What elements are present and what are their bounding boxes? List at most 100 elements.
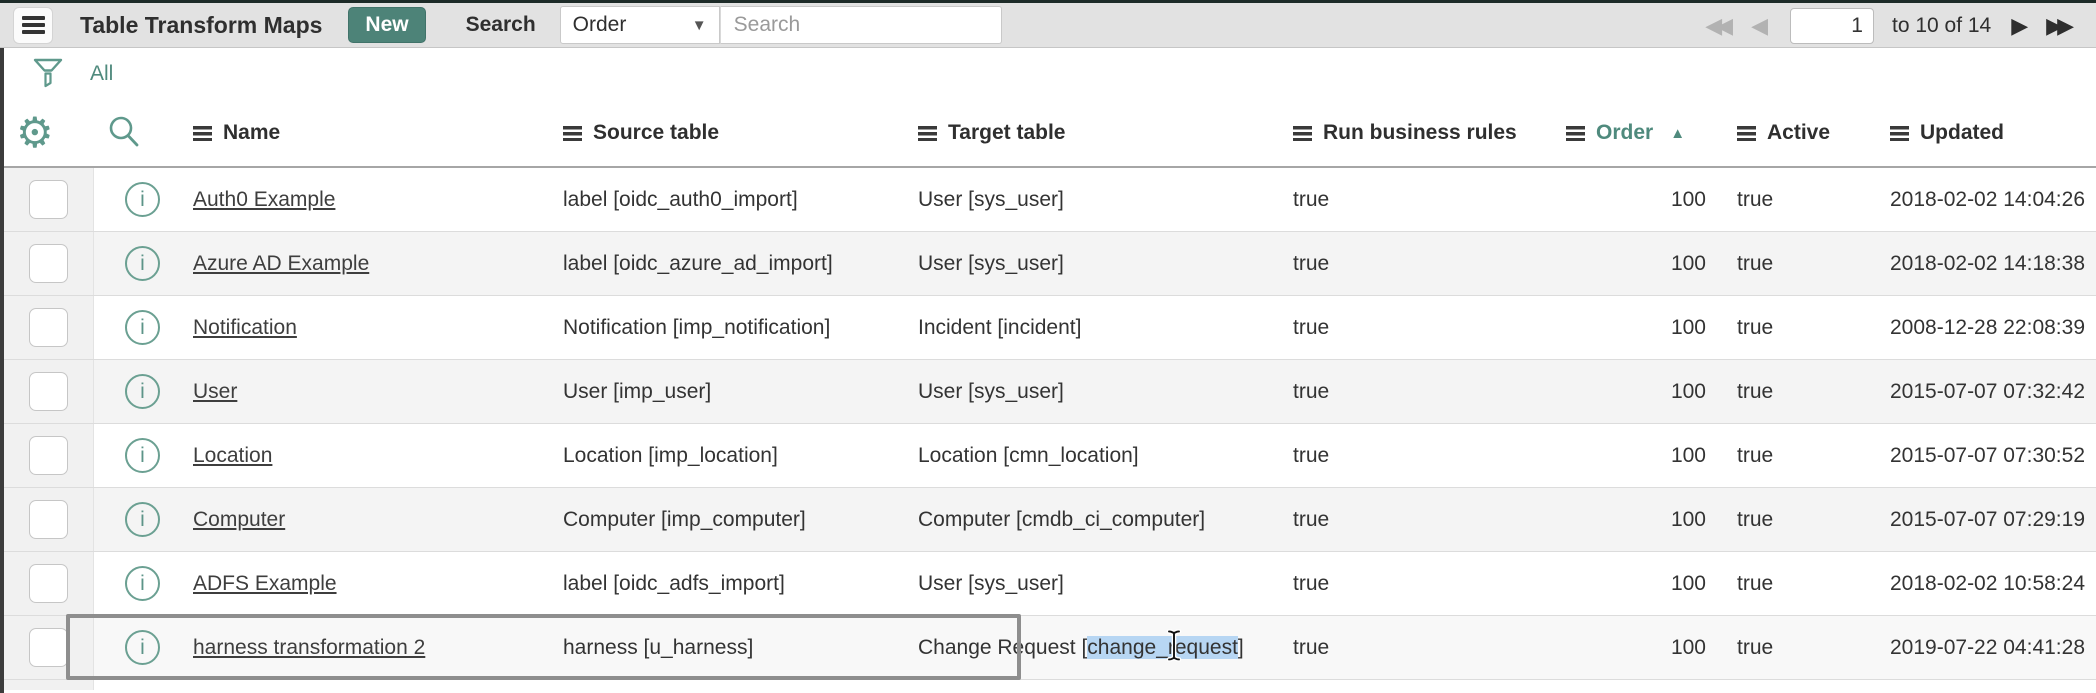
breadcrumb: All: [4, 48, 2096, 100]
info-icon[interactable]: i: [125, 438, 160, 473]
page-title: Table Transform Maps: [80, 12, 322, 39]
column-header-name[interactable]: Name: [191, 121, 280, 145]
previous-page-button[interactable]: ◀: [1749, 13, 1770, 39]
search-label: Search: [466, 13, 536, 37]
column-header-run-business-rules[interactable]: Run business rules: [1291, 121, 1517, 145]
active-cell: true: [1716, 188, 1882, 212]
table-row: i ADFS Example label [oidc_adfs_import] …: [4, 552, 2096, 616]
updated-cell: 2015-07-07 07:30:52: [1882, 444, 2096, 468]
record-link[interactable]: Computer: [193, 508, 285, 531]
info-icon[interactable]: i: [125, 630, 160, 665]
updated-cell: 2008-12-28 22:08:39: [1882, 316, 2096, 340]
run-business-rules-cell: true: [1291, 572, 1564, 596]
column-header-target-table[interactable]: Target table: [916, 121, 1065, 145]
hamburger-menu-button[interactable]: [13, 7, 53, 44]
record-link[interactable]: User: [193, 380, 237, 403]
breadcrumb-all-link[interactable]: All: [90, 62, 113, 86]
row-checkbox[interactable]: [29, 564, 68, 603]
personalize-list-gear-icon[interactable]: ⚙: [16, 112, 54, 154]
table-row: i Notification Notification [imp_notific…: [4, 296, 2096, 360]
table-transform-maps-screen: Table Transform Maps New Search Order ▼ …: [0, 0, 2096, 693]
order-cell: 100: [1564, 188, 1716, 212]
column-header-active[interactable]: Active: [1716, 121, 1830, 145]
info-icon[interactable]: i: [125, 182, 160, 217]
next-page-button[interactable]: ▶: [2009, 13, 2030, 39]
active-cell: true: [1716, 572, 1882, 596]
row-checkbox[interactable]: [29, 628, 68, 667]
column-menu-icon: [1890, 126, 1909, 141]
table-row: i Auth0 Example label [oidc_auth0_import…: [4, 168, 2096, 232]
record-link[interactable]: harness transformation 2: [193, 636, 425, 659]
target-table-cell: Location [cmn_location]: [916, 444, 1291, 468]
column-menu-icon: [918, 126, 937, 141]
text-cursor-icon: [1166, 629, 1182, 661]
list-header: Table Transform Maps New Search Order ▼ …: [0, 3, 2096, 48]
source-table-cell: label [oidc_adfs_import]: [561, 572, 916, 596]
record-link[interactable]: Notification: [193, 316, 297, 339]
column-header-updated[interactable]: Updated: [1882, 121, 2004, 145]
new-button[interactable]: New: [348, 7, 425, 43]
table-row: i Location Location [imp_location] Locat…: [4, 424, 2096, 488]
target-table-cell: Incident [incident]: [916, 316, 1291, 340]
source-table-cell: Computer [imp_computer]: [561, 508, 916, 532]
run-business-rules-cell: true: [1291, 380, 1564, 404]
order-cell: 100: [1564, 508, 1716, 532]
list-search-icon[interactable]: [106, 114, 142, 153]
order-cell: 100: [1564, 316, 1716, 340]
column-menu-icon: [1293, 126, 1312, 141]
updated-cell: 2019-07-22 04:41:28: [1882, 636, 2096, 660]
search-column-select[interactable]: Order ▼: [560, 6, 720, 44]
selected-text: change_request: [1087, 636, 1238, 659]
record-link[interactable]: ADFS Example: [193, 572, 337, 595]
table-row: i User User [imp_user] User [sys_user] t…: [4, 360, 2096, 424]
info-icon[interactable]: i: [125, 246, 160, 281]
order-cell: 100: [1564, 380, 1716, 404]
page-number-input[interactable]: [1790, 8, 1874, 44]
order-cell: 100: [1564, 636, 1716, 660]
run-business-rules-cell: true: [1291, 444, 1564, 468]
order-cell: 100: [1564, 252, 1716, 276]
last-page-button[interactable]: ▶▶: [2044, 13, 2076, 39]
target-table-cell: Computer [cmdb_ci_computer]: [916, 508, 1291, 532]
row-checkbox[interactable]: [29, 180, 68, 219]
info-icon[interactable]: i: [125, 374, 160, 409]
run-business-rules-cell: true: [1291, 188, 1564, 212]
table-row: i Azure AD Example label [oidc_azure_ad_…: [4, 232, 2096, 296]
run-business-rules-cell: true: [1291, 636, 1564, 660]
active-cell: true: [1716, 252, 1882, 276]
source-table-cell: Location [imp_location]: [561, 444, 916, 468]
column-menu-icon: [1737, 126, 1756, 141]
column-menu-icon: [1566, 126, 1585, 141]
search-column-selected-value: Order: [573, 13, 692, 37]
active-cell: true: [1716, 444, 1882, 468]
magnifier-icon: [106, 114, 142, 150]
source-table-cell: Notification [imp_notification]: [561, 316, 916, 340]
info-icon[interactable]: i: [125, 566, 160, 601]
filter-funnel-icon[interactable]: [32, 57, 64, 91]
updated-cell: 2015-07-07 07:32:42: [1882, 380, 2096, 404]
record-link[interactable]: Location: [193, 444, 272, 467]
source-table-cell: User [imp_user]: [561, 380, 916, 404]
column-header-order[interactable]: Order ▲: [1564, 121, 1685, 145]
search-input[interactable]: [720, 6, 1002, 44]
first-page-button[interactable]: ◀◀: [1703, 13, 1735, 39]
updated-cell: 2015-07-07 07:29:19: [1882, 508, 2096, 532]
info-icon[interactable]: i: [125, 502, 160, 537]
updated-cell: 2018-02-02 14:18:38: [1882, 252, 2096, 276]
updated-cell: 2018-02-02 14:04:26: [1882, 188, 2096, 212]
row-checkbox[interactable]: [29, 436, 68, 475]
hamburger-icon: [22, 16, 45, 20]
column-header-source-table[interactable]: Source table: [561, 121, 719, 145]
column-header-row: ⚙ Name Source table Target table: [4, 100, 2096, 168]
row-checkbox[interactable]: [29, 500, 68, 539]
run-business-rules-cell: true: [1291, 316, 1564, 340]
row-checkbox[interactable]: [29, 308, 68, 347]
source-table-cell: harness [u_harness]: [561, 636, 916, 660]
info-icon[interactable]: i: [125, 310, 160, 345]
row-checkbox[interactable]: [29, 372, 68, 411]
record-link[interactable]: Azure AD Example: [193, 252, 369, 275]
record-link[interactable]: Auth0 Example: [193, 188, 335, 211]
list-body: All ⚙ Name Source table Target table: [0, 48, 2096, 693]
table-row: i Computer Computer [imp_computer] Compu…: [4, 488, 2096, 552]
row-checkbox[interactable]: [29, 244, 68, 283]
